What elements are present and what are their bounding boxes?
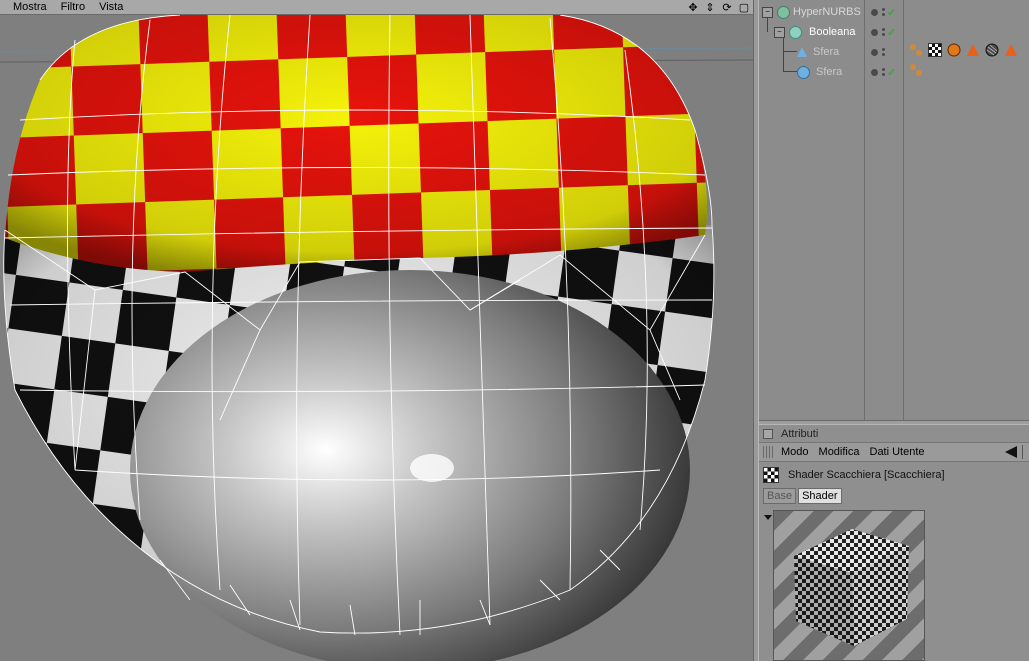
dolly-view-icon[interactable]: ⇕ — [703, 1, 717, 14]
enabled-check-icon[interactable]: ✓ — [887, 26, 896, 39]
sphere-icon — [797, 65, 810, 79]
collapse-toggle-icon[interactable]: − — [774, 26, 785, 38]
3d-viewport[interactable]: Mostra Filtro Vista ✥ ⇕ ⟳ ▢ — [0, 0, 753, 661]
divider — [1022, 445, 1023, 459]
menu-vista[interactable]: Vista — [92, 0, 130, 14]
preview-area — [759, 510, 1029, 661]
dark-material-icon[interactable] — [985, 43, 999, 57]
sphere-icon — [797, 47, 807, 57]
enabled-check-icon[interactable]: ✓ — [887, 66, 896, 79]
viewport-nav-icons: ✥ ⇕ ⟳ ▢ — [686, 0, 751, 14]
tab-shader[interactable]: Shader — [798, 488, 842, 504]
hypernurbs-icon — [777, 5, 790, 19]
checker-material-icon[interactable] — [928, 43, 942, 57]
preview-collapse-icon[interactable] — [764, 515, 772, 520]
grip-icon — [763, 446, 775, 458]
maximize-view-icon[interactable]: ▢ — [737, 1, 751, 14]
visibility-dots[interactable]: ✓ — [871, 24, 901, 40]
visibility-dots[interactable]: ✓ — [871, 64, 901, 80]
checker-cube-preview — [794, 529, 909, 646]
attributes-header: Attributi — [759, 425, 1029, 442]
menu-dati-utente[interactable]: Dati Utente — [870, 446, 933, 458]
tab-base[interactable]: Base — [763, 488, 797, 504]
render-dot-icon[interactable] — [871, 68, 878, 76]
editor-dots-icon[interactable] — [882, 68, 885, 76]
phong-tag-icon[interactable] — [1004, 43, 1018, 57]
attribute-tabs: Base Shader — [759, 488, 1029, 504]
checker-cap-shading — [5, 15, 708, 272]
attributes-title: Attributi — [781, 427, 819, 440]
boolean-icon — [789, 25, 802, 39]
object-name: Booleana — [809, 26, 856, 38]
object-name: HyperNURBS — [793, 6, 861, 18]
object-manager[interactable]: − HyperNURBS ✓ − Booleana ✓ Sfera Sfera … — [759, 0, 1029, 420]
menu-filtro[interactable]: Filtro — [54, 0, 92, 14]
menu-modifica[interactable]: Modifica — [819, 446, 868, 458]
object-tags — [909, 42, 1018, 58]
texture-tag-icon[interactable] — [909, 63, 923, 77]
viewport-menubar: Mostra Filtro Vista ✥ ⇕ ⟳ ▢ — [0, 0, 753, 15]
attribute-manager[interactable]: Attributi Modo Modifica Dati Utente Shad… — [759, 425, 1029, 661]
panel-checkbox[interactable] — [763, 428, 773, 439]
rotate-view-icon[interactable]: ⟳ — [720, 1, 734, 14]
collapse-toggle-icon[interactable]: − — [762, 6, 773, 18]
texture-tag-icon[interactable] — [909, 43, 923, 57]
object-tags — [909, 62, 923, 78]
render-dot-icon[interactable] — [871, 28, 878, 36]
object-name: Sfera — [816, 66, 843, 78]
phong-tag-icon[interactable] — [966, 43, 980, 57]
shader-title-row: Shader Scacchiera [Scacchiera] — [759, 464, 1029, 486]
specular-highlight — [410, 454, 454, 482]
editor-dots-icon[interactable] — [882, 8, 885, 16]
attributes-menubar: Modo Modifica Dati Utente — [759, 442, 1029, 462]
editor-dots-icon[interactable] — [882, 48, 885, 56]
orange-material-icon[interactable] — [947, 43, 961, 57]
editor-dots-icon[interactable] — [882, 28, 885, 36]
menu-mostra[interactable]: Mostra — [0, 0, 54, 14]
render-dot-icon[interactable] — [871, 48, 878, 56]
move-view-icon[interactable]: ✥ — [686, 1, 700, 14]
render-dot-icon[interactable] — [871, 8, 878, 16]
object-name: Sfera — [813, 46, 840, 58]
render-scene[interactable] — [0, 15, 753, 661]
back-arrow-icon[interactable] — [1005, 446, 1017, 458]
menu-modo[interactable]: Modo — [781, 446, 817, 458]
shader-preview[interactable] — [773, 510, 925, 661]
visibility-dots[interactable] — [871, 44, 901, 60]
visibility-dots[interactable]: ✓ — [871, 4, 901, 20]
enabled-check-icon[interactable]: ✓ — [887, 6, 896, 19]
shader-title: Shader Scacchiera [Scacchiera] — [788, 469, 945, 481]
checkerboard-shader-icon — [763, 467, 779, 483]
